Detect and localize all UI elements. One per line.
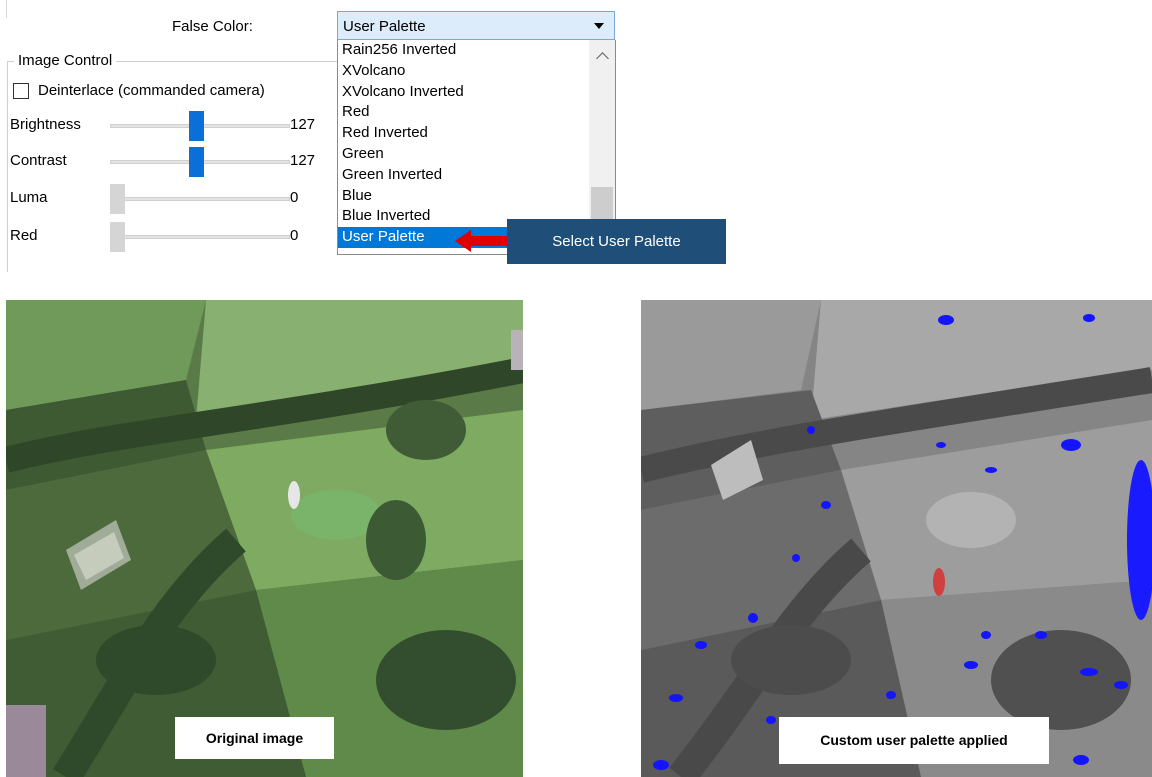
option-green-inverted[interactable]: Green Inverted bbox=[338, 165, 584, 186]
divider bbox=[6, 0, 7, 18]
option-xvolcano[interactable]: XVolcano bbox=[338, 61, 584, 82]
red-slider-track[interactable] bbox=[110, 235, 290, 239]
false-color-dropdown[interactable]: User Palette bbox=[337, 11, 615, 40]
contrast-slider-row: Contrast 127 bbox=[10, 147, 335, 177]
option-xvolcano-inverted[interactable]: XVolcano Inverted bbox=[338, 82, 584, 103]
deinterlace-option[interactable]: Deinterlace (commanded camera) bbox=[13, 82, 265, 99]
option-red-inverted[interactable]: Red Inverted bbox=[338, 123, 584, 144]
select-user-palette-callout: Select User Palette bbox=[507, 219, 726, 264]
red-arrow-icon bbox=[455, 230, 507, 252]
deinterlace-checkbox[interactable] bbox=[13, 82, 29, 99]
luma-slider-track[interactable] bbox=[110, 197, 290, 201]
false-color-label: False Color: bbox=[172, 18, 253, 35]
contrast-value: 127 bbox=[290, 152, 316, 169]
image-control-title: Image Control bbox=[14, 52, 117, 69]
original-image-caption: Original image bbox=[175, 717, 334, 759]
red-label: Red bbox=[10, 227, 38, 244]
deinterlace-label: Deinterlace (commanded camera) bbox=[38, 82, 265, 99]
luma-value: 0 bbox=[290, 189, 299, 206]
red-value: 0 bbox=[290, 227, 299, 244]
false-color-value: User Palette bbox=[343, 18, 426, 35]
scroll-up-icon[interactable] bbox=[596, 52, 609, 65]
brightness-value: 127 bbox=[290, 116, 316, 133]
red-slider-row: Red 0 bbox=[10, 222, 335, 252]
option-green[interactable]: Green bbox=[338, 144, 584, 165]
luma-slider-thumb[interactable] bbox=[110, 184, 125, 214]
custom-palette-image: Custom user palette applied bbox=[641, 300, 1152, 777]
option-rain256-inverted[interactable]: Rain256 Inverted bbox=[338, 40, 584, 61]
contrast-label: Contrast bbox=[10, 152, 67, 169]
option-blue[interactable]: Blue bbox=[338, 186, 584, 207]
contrast-slider-thumb[interactable] bbox=[189, 147, 204, 177]
original-aerial-graphic bbox=[6, 300, 523, 777]
brightness-label: Brightness bbox=[10, 116, 81, 133]
custom-image-caption: Custom user palette applied bbox=[779, 717, 1049, 764]
option-red[interactable]: Red bbox=[338, 102, 584, 123]
luma-slider-row: Luma 0 bbox=[10, 184, 335, 214]
brightness-slider-thumb[interactable] bbox=[189, 111, 204, 141]
brightness-slider-row: Brightness 127 bbox=[10, 111, 335, 141]
chevron-down-icon[interactable] bbox=[594, 23, 604, 29]
red-slider-thumb[interactable] bbox=[110, 222, 125, 252]
original-aerial-image: Original image bbox=[6, 300, 523, 777]
custom-aerial-graphic bbox=[641, 300, 1152, 777]
luma-label: Luma bbox=[10, 189, 48, 206]
